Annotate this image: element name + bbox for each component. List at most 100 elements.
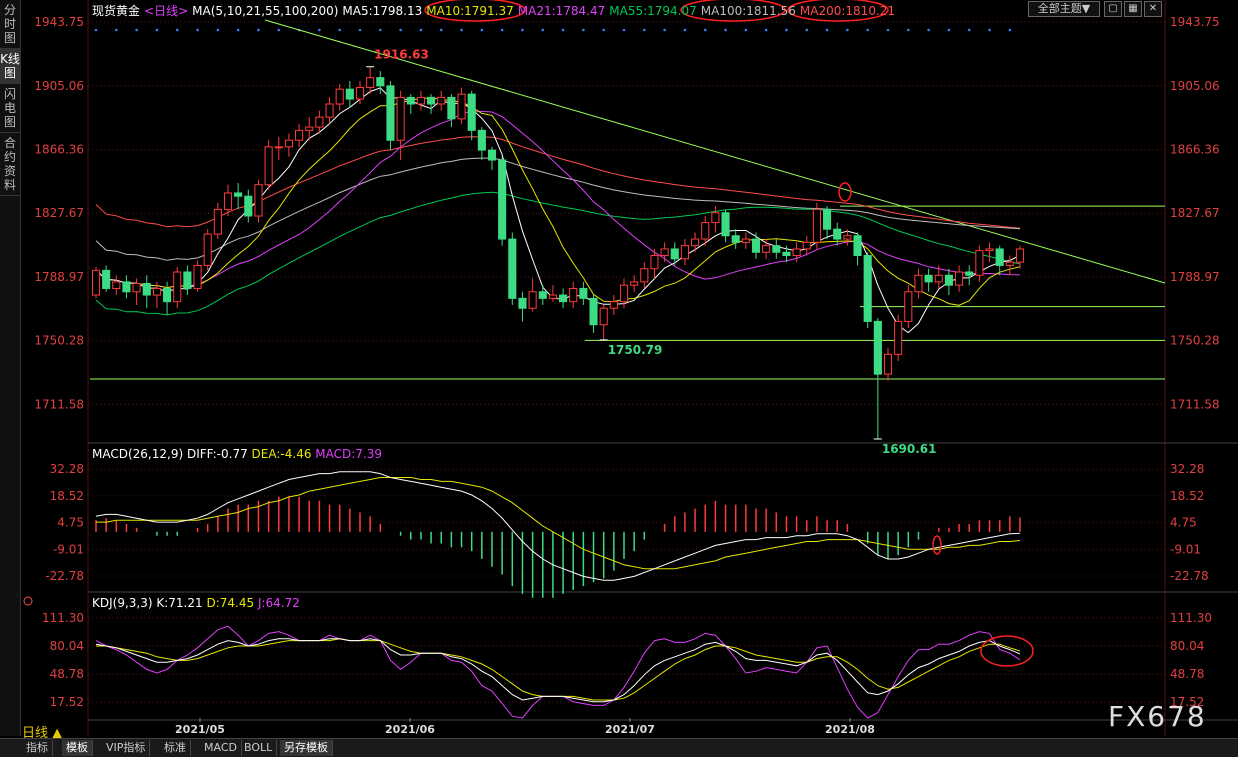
candle-down[interactable] xyxy=(487,149,497,161)
candle-down[interactable] xyxy=(965,271,974,276)
candle-up[interactable] xyxy=(112,281,121,289)
candle-up[interactable] xyxy=(335,88,344,105)
candle-down[interactable] xyxy=(386,85,395,141)
candle-up[interactable] xyxy=(325,103,334,118)
candle-up[interactable] xyxy=(650,255,659,270)
candle-down[interactable] xyxy=(833,228,842,240)
candle-up[interactable] xyxy=(528,291,537,309)
candle-down[interactable] xyxy=(751,238,761,253)
candle-up[interactable] xyxy=(762,245,771,253)
candle-up[interactable] xyxy=(193,264,202,289)
candle-up[interactable] xyxy=(975,250,984,276)
candle-up[interactable] xyxy=(1005,261,1014,266)
candle-up[interactable] xyxy=(457,93,466,120)
candle-down[interactable] xyxy=(427,96,436,105)
candle-up[interactable] xyxy=(416,96,425,105)
candle-down[interactable] xyxy=(447,96,456,120)
candle-up[interactable] xyxy=(955,271,964,286)
candle-down[interactable] xyxy=(467,93,476,131)
candle-up[interactable] xyxy=(152,287,161,296)
candle-up[interactable] xyxy=(355,87,365,100)
candle-down[interactable] xyxy=(721,212,730,237)
candle-down[interactable] xyxy=(406,96,415,105)
candle-down[interactable] xyxy=(995,248,1004,266)
candle-down[interactable] xyxy=(863,255,872,322)
candle-up[interactable] xyxy=(295,129,304,141)
candle-up[interactable] xyxy=(883,353,893,375)
settings-icon[interactable] xyxy=(23,596,33,606)
candle-down[interactable] xyxy=(579,287,588,299)
candle-up[interactable] xyxy=(843,235,852,240)
candle-down[interactable] xyxy=(234,192,243,197)
grid-icon[interactable]: ▦ xyxy=(1124,1,1142,17)
candle-up[interactable] xyxy=(802,241,811,250)
candle-down[interactable] xyxy=(122,281,131,293)
candle-up[interactable] xyxy=(366,77,375,89)
candle-up[interactable] xyxy=(985,248,994,252)
candle-up[interactable] xyxy=(904,291,913,322)
candle-down[interactable] xyxy=(589,297,598,326)
candle-up[interactable] xyxy=(691,238,700,247)
candle-up[interactable] xyxy=(264,146,273,186)
candle-down[interactable] xyxy=(244,195,253,217)
candle-up[interactable] xyxy=(91,269,101,296)
candle-up[interactable] xyxy=(132,283,141,293)
candle-up[interactable] xyxy=(213,208,222,235)
candle-up[interactable] xyxy=(548,294,557,299)
candle-up[interactable] xyxy=(569,287,578,303)
chart-canvas[interactable]: 1943.75 1943.75 1905.06 1905.06 1866.36 1866.… xyxy=(0,0,1238,738)
candle-down[interactable] xyxy=(538,291,547,299)
candle-down[interactable] xyxy=(853,235,862,257)
candle-up[interactable] xyxy=(1015,248,1025,263)
candle-up[interactable] xyxy=(173,271,182,303)
candle-up[interactable] xyxy=(284,139,293,148)
candle-up[interactable] xyxy=(599,307,608,326)
candle-down[interactable] xyxy=(924,274,933,283)
candle-up[interactable] xyxy=(934,274,943,283)
tab-macd[interactable]: MACD xyxy=(200,740,242,756)
tab-boll[interactable]: BOLL xyxy=(240,740,278,756)
candle-up[interactable] xyxy=(223,192,233,210)
restore-icon[interactable]: ▢ xyxy=(1104,1,1122,17)
candle-down[interactable] xyxy=(944,274,953,286)
candle-up[interactable] xyxy=(660,248,669,257)
candle-down[interactable] xyxy=(142,283,151,296)
candle-up[interactable] xyxy=(274,146,283,149)
candle-up[interactable] xyxy=(812,208,821,243)
candle-up[interactable] xyxy=(254,184,263,217)
candle-down[interactable] xyxy=(873,320,882,375)
candle-up[interactable] xyxy=(619,284,629,303)
tab-save-template[interactable]: 另存模板 xyxy=(280,740,333,756)
candle-up[interactable] xyxy=(792,248,801,257)
candle-up[interactable] xyxy=(914,274,923,293)
tab-standard[interactable]: 标准 xyxy=(160,740,191,756)
candle-down[interactable] xyxy=(163,287,172,303)
candle-down[interactable] xyxy=(772,245,781,253)
candle-up[interactable] xyxy=(630,281,639,286)
candle-down[interactable] xyxy=(508,238,517,299)
close-icon[interactable]: ✕ xyxy=(1144,1,1162,17)
candle-down[interactable] xyxy=(477,129,486,151)
candle-up[interactable] xyxy=(437,96,446,105)
candle-up[interactable] xyxy=(396,96,405,141)
candle-down[interactable] xyxy=(670,248,679,260)
candle-down[interactable] xyxy=(782,251,791,257)
candle-up[interactable] xyxy=(203,233,212,266)
candle-down[interactable] xyxy=(823,208,832,230)
candle-down[interactable] xyxy=(518,297,527,309)
candle-down[interactable] xyxy=(102,269,111,289)
candle-up[interactable] xyxy=(640,268,649,283)
tab-templates[interactable]: 模板 xyxy=(62,740,93,756)
candle-down[interactable] xyxy=(559,294,568,303)
candle-up[interactable] xyxy=(894,320,903,355)
candle-down[interactable] xyxy=(498,159,507,240)
candle-down[interactable] xyxy=(345,88,354,100)
candle-down[interactable] xyxy=(731,235,740,243)
tab-indicators[interactable]: 指标 xyxy=(22,740,53,756)
candle-down[interactable] xyxy=(376,77,385,87)
candle-down[interactable] xyxy=(183,271,192,289)
candle-up[interactable] xyxy=(701,222,710,240)
period-label[interactable]: <日线> xyxy=(144,4,188,18)
candle-up[interactable] xyxy=(741,238,750,243)
candle-up[interactable] xyxy=(680,245,689,260)
